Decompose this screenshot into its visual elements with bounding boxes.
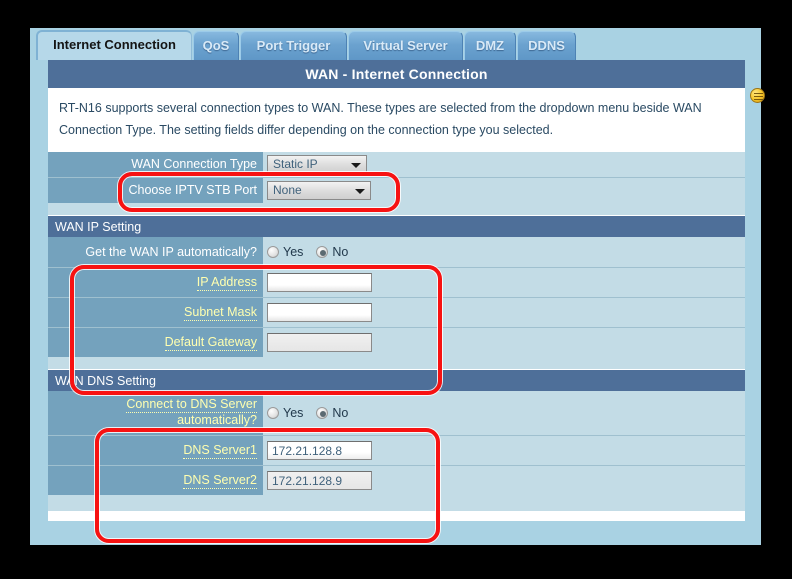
radio-selected-icon — [316, 407, 329, 419]
tab-virtual-server[interactable]: Virtual Server — [348, 31, 463, 60]
dns-server-2-label: DNS Server2 — [48, 466, 263, 495]
help-face-icon[interactable] — [750, 88, 765, 103]
section-title-wan-dns-setting: WAN DNS Setting — [48, 369, 745, 391]
router-admin-page: Internet Connection QoS Port Trigger Vir… — [30, 28, 761, 545]
page-title: WAN - Internet Connection — [48, 60, 745, 88]
subnet-mask-value-cell — [263, 298, 745, 327]
screenshot-root: Internet Connection QoS Port Trigger Vir… — [0, 0, 792, 579]
subnet-mask-label: Subnet Mask — [48, 298, 263, 327]
dns-server-1-label: DNS Server1 — [48, 436, 263, 465]
intro-text: RT-N16 supports several connection types… — [48, 88, 745, 152]
row-iptv-stb-port: Choose IPTV STB Port None — [48, 177, 745, 203]
dns-server-2-input[interactable] — [267, 471, 372, 490]
tab-internet-connection[interactable]: Internet Connection — [36, 30, 192, 60]
basic-settings-spacer — [48, 203, 745, 215]
ip-address-input[interactable] — [267, 273, 372, 292]
connect-dns-no-label: No — [332, 406, 349, 420]
default-gateway-input[interactable] — [267, 333, 372, 352]
radio-unselected-icon — [267, 246, 279, 258]
wan-ip-spacer — [48, 357, 745, 369]
get-wan-ip-radio-no[interactable]: No — [316, 245, 348, 259]
basic-settings-table: WAN Connection Type Static IP Choose IPT… — [48, 152, 745, 215]
subnet-mask-input[interactable] — [267, 303, 372, 322]
wan-connection-type-selected: Static IP — [273, 157, 318, 171]
dns-server-1-value-cell — [263, 436, 745, 465]
row-subnet-mask: Subnet Mask — [48, 297, 745, 327]
connect-dns-yes-label: Yes — [283, 406, 304, 420]
intro-line-1: RT-N16 supports several connection types… — [59, 101, 702, 115]
row-ip-address: IP Address — [48, 267, 745, 297]
section-title-wan-ip-setting: WAN IP Setting — [48, 215, 745, 237]
connect-dns-automatically-label: Connect to DNS Server automatically? — [48, 391, 263, 435]
content-panel: WAN - Internet Connection RT-N16 support… — [48, 60, 745, 521]
dns-server-1-input[interactable] — [267, 441, 372, 460]
radio-unselected-icon — [267, 407, 279, 419]
wan-ip-table: Get the WAN IP automatically? Yes No IP … — [48, 237, 745, 369]
wan-connection-type-value-cell: Static IP — [263, 152, 745, 177]
get-wan-ip-automatically-label: Get the WAN IP automatically? — [48, 237, 263, 267]
default-gateway-value-cell — [263, 328, 745, 357]
get-wan-ip-no-label: No — [332, 245, 349, 259]
connect-dns-radio-group: Yes No — [267, 406, 348, 420]
wan-connection-type-label: WAN Connection Type — [48, 152, 263, 177]
tab-ddns[interactable]: DDNS — [517, 31, 576, 60]
iptv-stb-port-selected: None — [273, 183, 302, 197]
iptv-stb-port-select[interactable]: None — [267, 181, 371, 200]
chevron-down-icon — [351, 163, 361, 168]
get-wan-ip-radio-yes[interactable]: Yes — [267, 245, 303, 259]
connect-dns-label-line-1: Connect to DNS Server — [126, 397, 257, 413]
row-dns-server-2: DNS Server2 — [48, 465, 745, 495]
row-default-gateway: Default Gateway — [48, 327, 745, 357]
get-wan-ip-automatically-value-cell: Yes No — [263, 237, 745, 267]
radio-selected-icon — [316, 246, 329, 258]
tab-bar: Internet Connection QoS Port Trigger Vir… — [30, 28, 761, 60]
get-wan-ip-radio-group: Yes No — [267, 245, 348, 259]
row-wan-connection-type: WAN Connection Type Static IP — [48, 152, 745, 177]
connect-dns-radio-no[interactable]: No — [316, 406, 348, 420]
connect-dns-radio-yes[interactable]: Yes — [267, 406, 303, 420]
tab-dmz[interactable]: DMZ — [464, 31, 516, 60]
chevron-down-icon — [355, 189, 365, 194]
connect-dns-automatically-value-cell: Yes No — [263, 391, 745, 435]
tab-qos[interactable]: QoS — [193, 31, 239, 60]
tab-port-trigger[interactable]: Port Trigger — [240, 31, 347, 60]
row-get-wan-ip-automatically: Get the WAN IP automatically? Yes No — [48, 237, 745, 267]
ip-address-value-cell — [263, 268, 745, 297]
iptv-stb-port-value-cell: None — [263, 178, 745, 203]
wan-connection-type-select[interactable]: Static IP — [267, 155, 367, 174]
dns-server-2-value-cell — [263, 466, 745, 495]
ip-address-label: IP Address — [48, 268, 263, 297]
row-dns-server-1: DNS Server1 — [48, 435, 745, 465]
panel-bottom-strip — [48, 511, 745, 521]
wan-dns-spacer — [48, 495, 745, 511]
iptv-stb-port-label: Choose IPTV STB Port — [48, 178, 263, 203]
connect-dns-label-line-2: automatically? — [177, 413, 257, 429]
row-connect-dns-automatically: Connect to DNS Server automatically? Yes… — [48, 391, 745, 435]
intro-line-2: Connection Type. The setting fields diff… — [59, 123, 554, 137]
default-gateway-label: Default Gateway — [48, 328, 263, 357]
get-wan-ip-yes-label: Yes — [283, 245, 304, 259]
wan-dns-table: Connect to DNS Server automatically? Yes… — [48, 391, 745, 511]
